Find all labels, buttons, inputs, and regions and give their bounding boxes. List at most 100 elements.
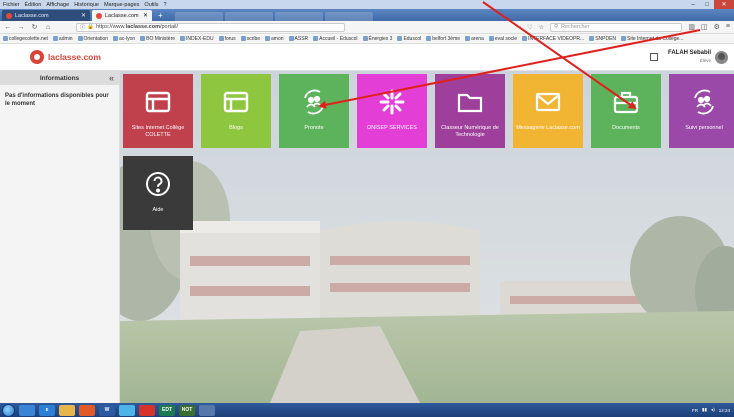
maximize-icon[interactable]: □ bbox=[700, 0, 714, 9]
reload-icon[interactable]: ↻ bbox=[31, 23, 38, 31]
app-tile-documents[interactable]: Documents bbox=[591, 74, 661, 148]
tab-close-icon[interactable]: ✕ bbox=[81, 12, 86, 19]
bookmark-item[interactable]: forus bbox=[218, 35, 236, 42]
system-tray: FR ▮▮ ◂) 12:24 bbox=[692, 407, 734, 413]
search-field[interactable]: ⚲ Rechercher bbox=[549, 22, 683, 32]
new-tab-button[interactable]: + bbox=[154, 10, 167, 21]
minimize-icon[interactable]: – bbox=[686, 0, 700, 9]
bookmark-item[interactable]: collegecolette.net bbox=[3, 36, 48, 42]
taskbar-folder-icon[interactable] bbox=[59, 404, 75, 416]
library-icon[interactable]: ▥ bbox=[688, 23, 695, 31]
taskbar-word-icon[interactable]: W bbox=[99, 404, 115, 416]
avatar[interactable] bbox=[715, 50, 728, 64]
bookmark-item[interactable]: Eduscol bbox=[397, 36, 421, 42]
taskbar-app-icon[interactable] bbox=[199, 404, 215, 416]
language-indicator[interactable]: FR bbox=[692, 408, 698, 413]
bookmark-item[interactable]: eval socle bbox=[488, 35, 518, 42]
page-actions-icon[interactable]: ··· bbox=[515, 24, 521, 30]
bookmark-icon bbox=[3, 36, 8, 41]
bookmark-item[interactable]: Orientation bbox=[77, 36, 108, 42]
bookmark-item[interactable]: arena bbox=[465, 36, 484, 42]
taskbar-explorer-icon[interactable] bbox=[19, 404, 35, 416]
menu-item-view[interactable]: Affichage bbox=[46, 2, 69, 8]
bookmark-item[interactable]: INDEX-EDU bbox=[180, 36, 214, 42]
taskbar-app-icon[interactable]: EDT bbox=[159, 404, 175, 416]
app-tile-classeur-num-rique-de-technologie[interactable]: Classeur Numérique de Technologie bbox=[435, 74, 505, 148]
sidebar-toggle-icon[interactable]: ◫ bbox=[701, 23, 708, 31]
bookmark-item[interactable]: amon bbox=[265, 36, 284, 42]
app-tile-blogs[interactable]: Blogs bbox=[201, 74, 271, 148]
tab-laclasse-1[interactable]: Laclasse.com ✕ bbox=[2, 10, 90, 21]
collapse-panel-icon[interactable]: « bbox=[109, 73, 114, 83]
volume-icon[interactable]: ◂) bbox=[711, 407, 715, 413]
taskbar-firefox-icon[interactable] bbox=[79, 404, 95, 416]
app-tile-suivi-personnel[interactable]: Suivi personnel bbox=[669, 74, 734, 148]
bookmark-item[interactable]: SNPDEN bbox=[589, 36, 616, 42]
menu-item-bookmarks[interactable]: Marque-pages bbox=[104, 2, 139, 8]
app-tile-sites-internet-coll-ge-colette[interactable]: Sites Internet Collège COLETTE bbox=[123, 74, 193, 148]
tab-close-icon[interactable]: ✕ bbox=[143, 12, 148, 19]
app-tile-pronote[interactable]: Pronote bbox=[279, 74, 349, 148]
bookmark-item[interactable]: belfort 3ème bbox=[426, 36, 460, 42]
bookmark-item[interactable]: ac-lyon bbox=[113, 36, 135, 42]
user-name: FALAH Sebabil bbox=[667, 50, 711, 56]
taskbar-app-icon[interactable] bbox=[139, 404, 155, 416]
bookmark-label: Eduscol bbox=[403, 35, 422, 42]
clock[interactable]: 12:24 bbox=[719, 408, 730, 413]
tab-laclasse-2[interactable]: Laclasse.com ✕ bbox=[92, 10, 152, 21]
bookmark-item[interactable]: INTERFACE VIDEOPR... bbox=[522, 36, 584, 42]
back-arrow-icon[interactable]: ← bbox=[4, 24, 11, 31]
bookmark-icon bbox=[465, 36, 471, 41]
laclasse-logo-icon bbox=[30, 50, 44, 64]
hamburger-menu-icon[interactable]: ≡ bbox=[726, 23, 730, 31]
fullscreen-icon[interactable] bbox=[649, 53, 658, 61]
forward-arrow-icon[interactable]: → bbox=[17, 24, 25, 31]
home-icon[interactable]: ⌂ bbox=[44, 24, 51, 31]
bookmark-label: INDEX-EDU bbox=[186, 35, 214, 42]
taskbar-app-icon[interactable] bbox=[119, 404, 135, 416]
no-information-message: Pas d'informations disponibles pour le m… bbox=[5, 93, 109, 107]
bookmark-item[interactable]: Énergies 3 bbox=[362, 36, 392, 42]
pocket-icon[interactable]: ♡ bbox=[527, 24, 532, 31]
taskbar-app-icon[interactable]: NOT bbox=[179, 404, 195, 416]
bookmark-item[interactable]: Site Internet du Collège... bbox=[621, 36, 683, 42]
briefcase-icon bbox=[611, 87, 641, 117]
addon-icon[interactable]: ⚙ bbox=[714, 23, 720, 31]
close-window-icon[interactable]: ✕ bbox=[714, 0, 734, 9]
tab-strip: Laclasse.com ✕ Laclasse.com ✕ + bbox=[0, 9, 734, 21]
network-icon[interactable]: ▮▮ bbox=[702, 407, 707, 413]
bookmark-icon bbox=[77, 36, 83, 41]
app-tile-label: Suivi personnel bbox=[685, 125, 723, 131]
app-tile-messagerie-laclasse-com[interactable]: Messagerie Laclasse.com bbox=[513, 74, 583, 148]
start-button[interactable] bbox=[2, 403, 15, 417]
menu-item-tools[interactable]: Outils bbox=[144, 2, 158, 8]
bookmark-item[interactable]: BO Ministère bbox=[140, 36, 175, 42]
site-logo[interactable]: laclasse.com bbox=[30, 50, 101, 64]
bookmark-item[interactable]: admin bbox=[52, 35, 73, 42]
bookmark-label: forus bbox=[224, 35, 236, 42]
menu-item-history[interactable]: Historique bbox=[74, 2, 99, 8]
bookmark-item[interactable]: Accueil - Éduscol bbox=[313, 35, 358, 42]
site-header: laclasse.com FALAH Sebabil Élève bbox=[0, 44, 734, 71]
bookmark-label: amon bbox=[271, 35, 284, 42]
bookmark-label: Accueil - Éduscol bbox=[319, 35, 358, 42]
menu-item-file[interactable]: Fichier bbox=[3, 2, 20, 8]
star-icon[interactable]: ☆ bbox=[539, 24, 544, 31]
app-tile-onisep-services[interactable]: ONISEP SERVICES bbox=[357, 74, 427, 148]
app-tile-aide[interactable]: Aide bbox=[123, 156, 193, 230]
info-icon[interactable]: ⓘ bbox=[80, 23, 86, 31]
bookmark-item[interactable]: ASSR bbox=[288, 36, 308, 42]
window-icon bbox=[221, 87, 251, 117]
bookmark-icon bbox=[288, 36, 294, 41]
user-info[interactable]: FALAH Sebabil Élève bbox=[668, 50, 711, 64]
address-bar[interactable]: ⓘ 🔒 https://www.laclasse.com/portail/ bbox=[75, 22, 346, 32]
bookmark-label: admin bbox=[58, 35, 73, 42]
lock-icon[interactable]: 🔒 bbox=[87, 24, 94, 30]
menu-item-help[interactable]: ? bbox=[163, 2, 166, 8]
menu-item-edit[interactable]: Édition bbox=[25, 2, 42, 8]
taskbar-ie-icon[interactable]: e bbox=[39, 404, 55, 416]
bookmark-label: scribe bbox=[246, 35, 261, 42]
bookmark-label: eval socle bbox=[494, 35, 518, 42]
windows-taskbar: e W EDT NOT FR ▮▮ ◂) 12:24 bbox=[0, 403, 734, 417]
bookmark-item[interactable]: scribe bbox=[240, 35, 261, 42]
